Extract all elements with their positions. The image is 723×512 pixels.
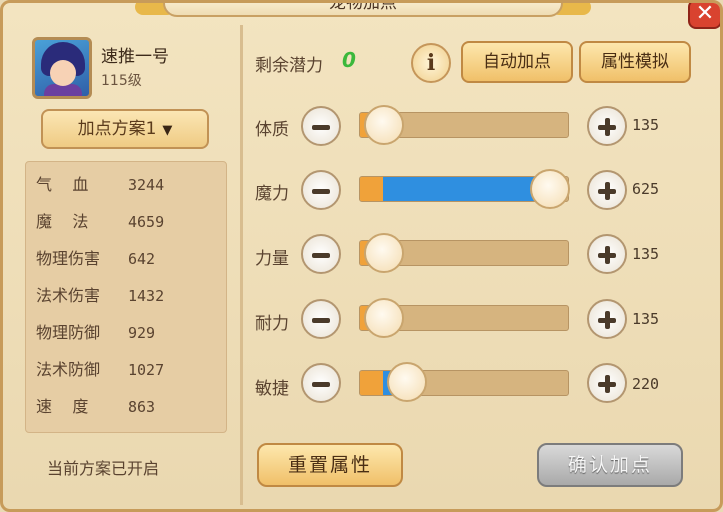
potential-value: 0 xyxy=(342,48,356,72)
window-title: 宠物加点 xyxy=(163,3,563,17)
stat-label: 魔 法 xyxy=(36,212,89,231)
added-fill xyxy=(383,177,549,201)
plus-icon[interactable] xyxy=(587,106,627,146)
stat-value: 863 xyxy=(128,398,156,416)
attribute-value: 135 xyxy=(632,116,660,134)
reset-attributes-button[interactable]: 重置属性 xyxy=(257,443,403,487)
stat-label: 法术伤害 xyxy=(36,286,101,305)
plus-icon[interactable] xyxy=(587,299,627,339)
stat-value: 929 xyxy=(128,324,156,342)
info-icon[interactable]: i xyxy=(411,43,451,83)
attribute-label: 魔力 xyxy=(255,184,289,204)
slider-knob[interactable] xyxy=(530,169,570,209)
avatar-body xyxy=(44,84,82,96)
plus-icon[interactable] xyxy=(587,170,627,210)
minus-icon[interactable] xyxy=(301,363,341,403)
pet-avatar[interactable] xyxy=(32,37,92,99)
scheme-dropdown[interactable]: 加点方案1 ▼ xyxy=(41,109,209,149)
stat-value: 4659 xyxy=(128,213,165,231)
stat-label: 法术防御 xyxy=(36,360,101,379)
minus-icon[interactable] xyxy=(301,299,341,339)
close-icon[interactable]: ✕ xyxy=(688,3,720,29)
minus-icon[interactable] xyxy=(301,234,341,274)
pet-points-window: 宠物加点 ✕ 速推一号 115级 加点方案1 ▼ 气 血 3244 魔 法 4659 … xyxy=(0,0,723,512)
minus-icon[interactable] xyxy=(301,106,341,146)
plus-icon[interactable] xyxy=(587,363,627,403)
stat-label: 物理伤害 xyxy=(36,249,101,268)
attribute-value: 220 xyxy=(632,375,660,393)
pet-level: 115级 xyxy=(101,73,142,89)
slider-knob[interactable] xyxy=(364,105,405,145)
confirm-allocation-button[interactable]: 确认加点 xyxy=(537,443,683,487)
scheme-status-text: 当前方案已开启 xyxy=(47,459,160,478)
attribute-value: 135 xyxy=(632,245,660,263)
slider-knob[interactable] xyxy=(364,298,405,338)
pet-info-panel: 速推一号 115级 加点方案1 ▼ 气 血 3244 魔 法 4659 物理伤害 642… xyxy=(15,25,237,505)
stat-label: 物理防御 xyxy=(36,323,101,342)
stat-value: 1432 xyxy=(128,287,165,305)
plus-icon[interactable] xyxy=(587,234,627,274)
attribute-value: 625 xyxy=(632,180,660,198)
attribute-label: 耐力 xyxy=(255,314,289,334)
slider-knob[interactable] xyxy=(364,233,405,273)
stat-value: 642 xyxy=(128,250,156,268)
stat-value: 3244 xyxy=(128,176,165,194)
minus-icon[interactable] xyxy=(301,170,341,210)
attribute-value: 135 xyxy=(632,310,660,328)
pet-name: 速推一号 xyxy=(101,47,169,67)
chevron-down-icon: ▼ xyxy=(162,123,173,138)
stat-label: 速 度 xyxy=(36,397,89,416)
potential-label: 剩余潜力 xyxy=(255,56,323,76)
panel-divider xyxy=(240,25,243,505)
stats-list: 气 血 3244 魔 法 4659 物理伤害 642 法术伤害 1432 物理防御 929… xyxy=(25,161,227,433)
attribute-label: 力量 xyxy=(255,249,289,269)
stat-value: 1027 xyxy=(128,361,165,379)
avatar-face xyxy=(50,60,76,86)
base-fill xyxy=(360,177,384,201)
slider-knob[interactable] xyxy=(387,362,428,402)
auto-allocate-button[interactable]: 自动加点 xyxy=(461,41,573,83)
simulate-attributes-button[interactable]: 属性模拟 xyxy=(579,41,691,83)
stat-label: 气 血 xyxy=(36,175,89,194)
scheme-label: 加点方案1 xyxy=(77,119,157,139)
base-fill xyxy=(360,371,384,395)
attribute-label: 体质 xyxy=(255,120,289,140)
attribute-label: 敏捷 xyxy=(255,379,289,399)
